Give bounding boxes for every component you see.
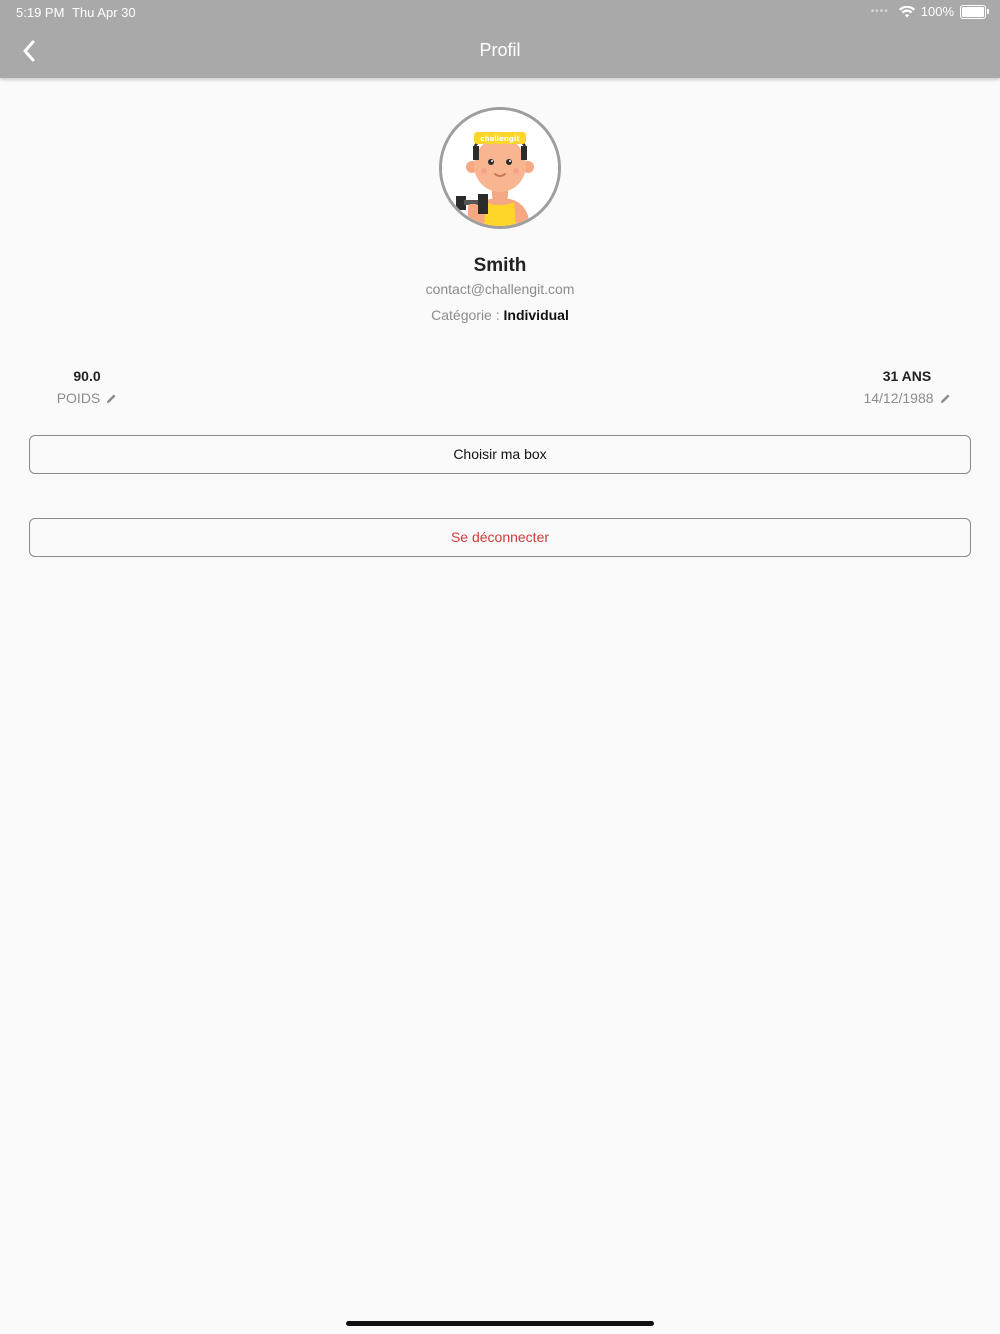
category-value: Individual <box>503 307 569 323</box>
wifi-icon <box>898 5 915 17</box>
weight-value: 90.0 <box>73 368 101 384</box>
weight-label-row: POIDS <box>50 390 124 406</box>
profile-email: contact@challengit.com <box>425 281 575 297</box>
category-label: Catégorie : <box>431 307 504 323</box>
pencil-icon[interactable] <box>940 393 951 404</box>
weight-stat: 90.0 POIDS <box>50 368 124 406</box>
battery-icon <box>960 4 989 19</box>
status-bar: 5:19 PM Thu Apr 30 •••• 100% <box>0 0 1000 24</box>
page-title: Profil <box>479 40 521 60</box>
status-date: Thu Apr 30 <box>72 5 136 20</box>
avatar-illustration: challengit <box>442 110 558 226</box>
birthdate-label-row: 14/12/1988 <box>855 390 959 406</box>
profile-category: Catégorie : Individual <box>0 307 1000 323</box>
pencil-icon[interactable] <box>106 393 117 404</box>
age-value: 31 ANS <box>882 368 932 384</box>
choose-box-button[interactable]: Choisir ma box <box>29 435 971 474</box>
status-right: •••• 100% <box>870 4 989 19</box>
avatar-headband-text: challengit <box>480 135 520 143</box>
age-stat: 31 ANS 14/12/1988 <box>855 368 959 406</box>
battery-text: 100% <box>920 4 954 19</box>
profile-name: Smith <box>473 255 527 276</box>
birthdate-label: 14/12/1988 <box>863 390 934 406</box>
signal-icon: •••• <box>870 6 889 17</box>
status-time: 5:19 PM <box>16 5 65 20</box>
navigation-bar: Profil <box>0 24 1000 78</box>
home-indicator <box>346 1321 654 1326</box>
avatar[interactable]: challengit <box>439 107 561 229</box>
weight-label: POIDS <box>56 390 101 406</box>
logout-button[interactable]: Se déconnecter <box>29 518 971 557</box>
